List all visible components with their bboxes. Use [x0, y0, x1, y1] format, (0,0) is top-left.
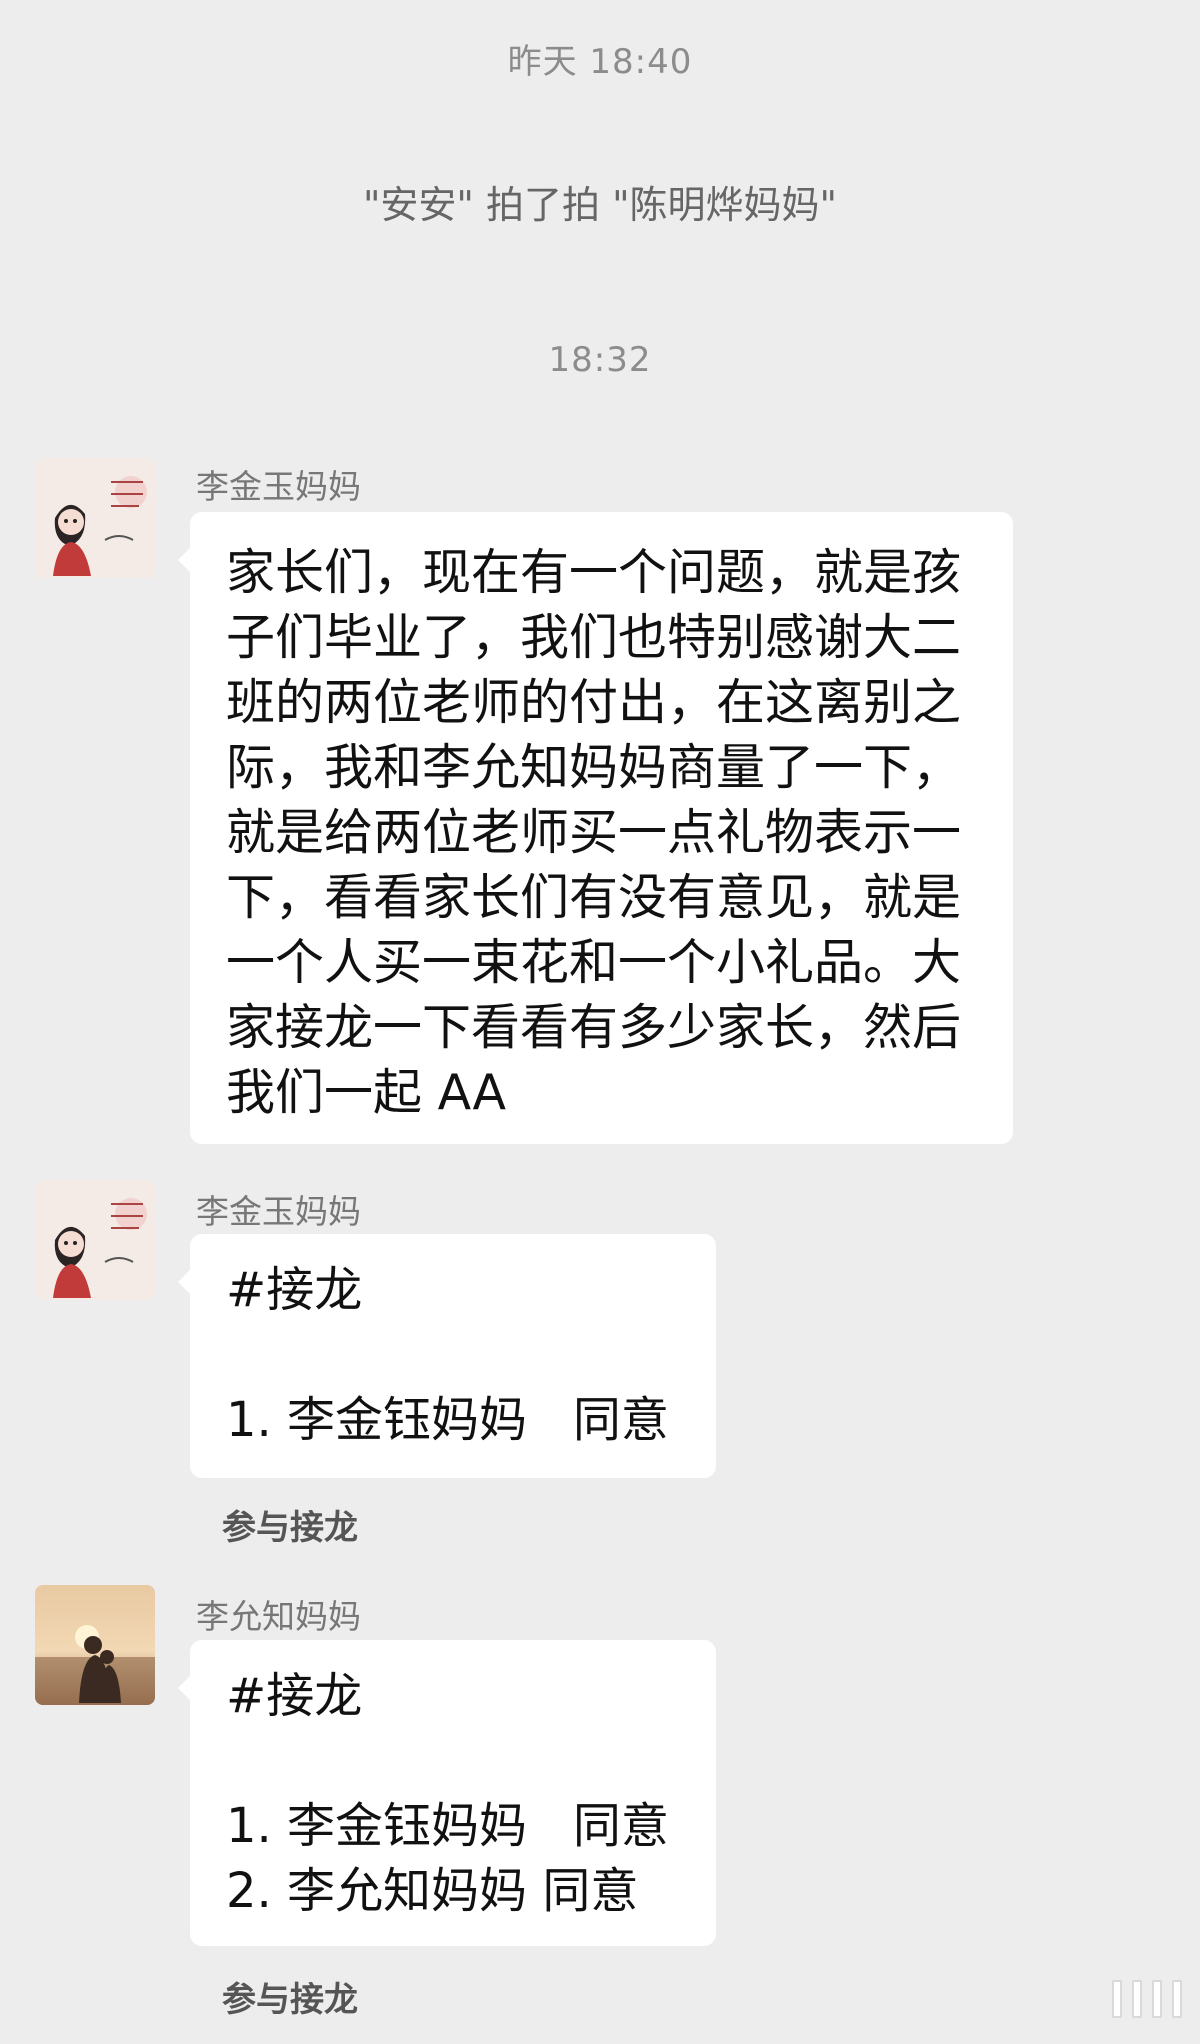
- avatar[interactable]: [35, 458, 155, 578]
- sender-name: 李金玉妈妈: [196, 467, 361, 506]
- pat-notification: "安安" 拍了拍 "陈明烨妈妈": [362, 183, 838, 227]
- relay-bubble[interactable]: #接龙 1. 李金钰妈妈 同意: [178, 1234, 716, 1478]
- avatar[interactable]: [35, 1585, 155, 1705]
- watermark-bars-icon: [1112, 1980, 1182, 2018]
- relay-spacer: [226, 1729, 680, 1794]
- avatar[interactable]: [35, 1180, 155, 1300]
- illustrated-girl-avatar-icon: [35, 1180, 155, 1300]
- join-relay-link[interactable]: 参与接龙: [222, 1972, 358, 2021]
- relay-title: #接龙: [226, 1262, 363, 1318]
- relay-entry: 2. 李允知妈妈 同意: [226, 1863, 639, 1919]
- relay-entry: 1. 李金钰妈妈 同意: [226, 1392, 669, 1448]
- sunset-silhouette-avatar-icon: [35, 1585, 155, 1705]
- illustrated-girl-avatar-icon: [35, 458, 155, 578]
- sender-name: 李金玉妈妈: [196, 1192, 361, 1231]
- relay-entry: 1. 李金钰妈妈 同意: [226, 1798, 669, 1854]
- relay-title: #接龙: [226, 1668, 363, 1724]
- timestamp-yesterday: 昨天 18:40: [507, 42, 693, 82]
- relay-bubble[interactable]: #接龙 1. 李金钰妈妈 同意 2. 李允知妈妈 同意: [178, 1640, 716, 1946]
- message-text: 家长们，现在有一个问题，就是孩子们毕业了，我们也特别感谢大二班的两位老师的付出，…: [226, 544, 962, 1121]
- sender-name: 李允知妈妈: [196, 1597, 361, 1636]
- join-relay-link[interactable]: 参与接龙: [222, 1500, 358, 1549]
- relay-spacer: [226, 1323, 680, 1388]
- timestamp-message: 18:32: [548, 340, 652, 380]
- message-bubble[interactable]: 家长们，现在有一个问题，就是孩子们毕业了，我们也特别感谢大二班的两位老师的付出，…: [178, 512, 1013, 1144]
